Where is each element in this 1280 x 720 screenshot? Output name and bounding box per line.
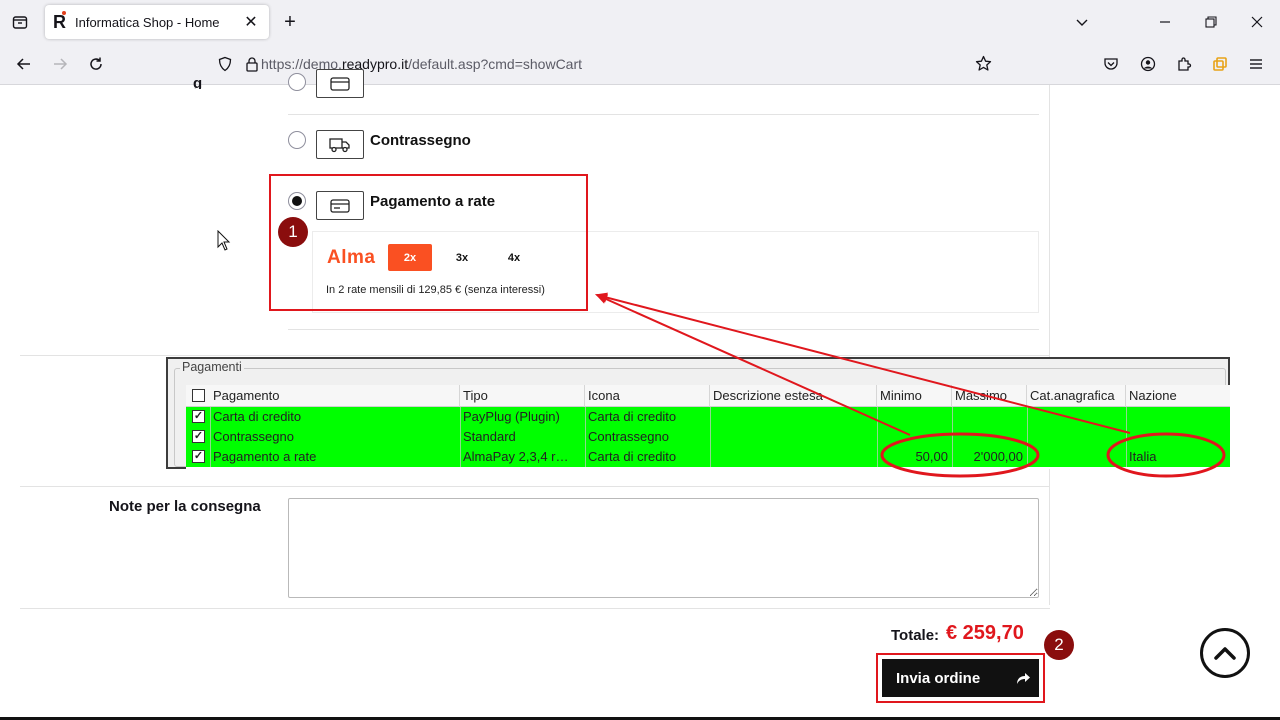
reload-button[interactable] [81, 49, 111, 79]
close-window-icon[interactable] [1243, 8, 1271, 36]
site-favicon-icon: R [53, 11, 69, 31]
total-value: € 259,70 [946, 622, 1024, 644]
tab-close-icon[interactable]: ✕ [241, 12, 261, 32]
new-tab-icon[interactable]: + [274, 6, 306, 38]
notes-label: Note per la consegna [109, 498, 261, 515]
notes-textarea[interactable] [288, 498, 1039, 598]
account-icon[interactable] [1133, 49, 1163, 79]
minimize-icon[interactable] [1151, 8, 1179, 36]
annotation-step-badge-2: 2 [1044, 630, 1074, 660]
bookmark-star-icon[interactable] [975, 55, 992, 77]
tab-list-icon[interactable] [4, 6, 36, 38]
forward-button[interactable] [45, 49, 75, 79]
restore-icon[interactable] [1197, 8, 1225, 36]
share-arrow-icon [1015, 670, 1031, 690]
browser-chrome: R Informatica Shop - Home ✕ + https://de… [0, 0, 1280, 85]
annotation-arrow [595, 294, 911, 436]
lock-icon[interactable] [245, 56, 259, 77]
multi-account-containers-icon[interactable] [1205, 49, 1235, 79]
tab-title: Informatica Shop - Home [75, 14, 220, 30]
url-text: https://demo.readypro.it/default.asp?cmd… [261, 56, 582, 72]
annotation-arrow [595, 292, 1131, 434]
url-path: /default.asp?cmd=showCart [408, 56, 583, 72]
list-all-tabs-icon[interactable] [1068, 8, 1096, 36]
pocket-icon[interactable] [1096, 49, 1126, 79]
submit-order-button[interactable]: Invia ordine [882, 659, 1039, 697]
checkout-page: g Contrassegno Pagamento a rate Alma 2x … [0, 69, 1280, 720]
menu-hamburger-icon[interactable] [1241, 49, 1271, 79]
extensions-icon[interactable] [1169, 49, 1199, 79]
scroll-to-top-button[interactable] [1200, 628, 1250, 678]
annotation-ellipse-min-max [880, 432, 1040, 478]
tab-active[interactable]: R Informatica Shop - Home ✕ [45, 5, 269, 39]
submit-order-label: Invia ordine [896, 669, 981, 687]
annotation-ellipse-nazione [1106, 432, 1226, 478]
back-button[interactable] [9, 49, 39, 79]
tracking-protection-icon[interactable] [217, 56, 233, 77]
total-label: Totale: [891, 627, 940, 644]
annotation-overlay [595, 292, 1226, 478]
chevron-up-icon [1214, 647, 1236, 660]
